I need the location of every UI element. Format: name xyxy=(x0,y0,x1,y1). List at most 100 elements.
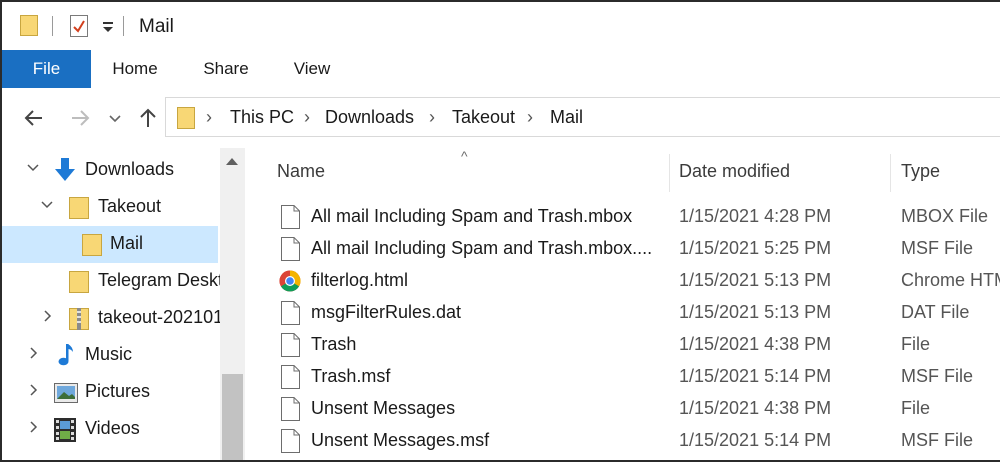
file-icon xyxy=(281,397,300,421)
up-arrow-icon[interactable] xyxy=(136,106,160,130)
column-header-type[interactable]: Type xyxy=(901,161,940,182)
file-icon xyxy=(281,205,300,229)
nav-item-takeout-zip[interactable]: takeout-202101 xyxy=(2,300,223,337)
file-date: 1/15/2021 5:14 PM xyxy=(679,366,832,386)
file-row[interactable]: All mail Including Spam and Trash.mbox..… xyxy=(245,233,1000,265)
pictures-icon xyxy=(54,383,78,403)
file-row[interactable]: filterlog.html 1/15/2021 5:13 PM Chrome … xyxy=(245,265,1000,297)
column-header-name[interactable]: Name xyxy=(277,161,325,182)
file-date: 1/15/2021 4:38 PM xyxy=(679,334,832,354)
address-row: › This PC › Downloads › Takeout › Mail xyxy=(2,92,1000,144)
nav-item-telegram-desktop[interactable]: Telegram Deskt xyxy=(2,263,223,300)
nav-item-label: Telegram Deskt xyxy=(98,270,224,290)
breadcrumb-downloads[interactable]: Downloads xyxy=(325,107,414,128)
folder-icon xyxy=(82,234,102,256)
file-icon xyxy=(281,365,300,389)
tab-share[interactable]: Share xyxy=(190,50,262,88)
nav-item-label: Music xyxy=(85,344,133,364)
file-type: File xyxy=(901,398,931,418)
folder-icon xyxy=(177,107,195,129)
nav-item-downloads[interactable]: Downloads xyxy=(2,152,218,189)
file-icon xyxy=(281,237,300,261)
chevron-right-icon[interactable]: › xyxy=(429,107,435,128)
file-type: MBOX File xyxy=(901,206,989,226)
nav-item-mail[interactable]: Mail xyxy=(2,226,218,263)
nav-item-label: Takeout xyxy=(98,196,162,216)
nav-item-music[interactable]: Music xyxy=(2,337,218,374)
breadcrumb-this-pc[interactable]: This PC xyxy=(230,107,294,128)
chevron-right-icon[interactable] xyxy=(26,420,40,434)
file-name: All mail Including Spam and Trash.mbox xyxy=(311,206,633,226)
nav-scrollbar[interactable] xyxy=(220,148,245,460)
download-arrow-icon xyxy=(55,158,75,181)
file-date: 1/15/2021 5:25 PM xyxy=(679,238,832,258)
customize-toolbar-dropdown-icon[interactable] xyxy=(102,18,114,34)
back-arrow-icon[interactable] xyxy=(22,106,46,130)
nav-item-videos[interactable]: Videos xyxy=(2,411,218,448)
file-name: Unsent Messages.msf xyxy=(311,430,490,450)
file-date: 1/15/2021 4:38 PM xyxy=(679,398,832,418)
divider xyxy=(52,16,53,36)
recent-locations-chevron-icon[interactable] xyxy=(108,106,122,130)
column-divider[interactable] xyxy=(890,154,891,192)
nav-item-label: takeout-202101 xyxy=(98,307,224,327)
zip-folder-icon xyxy=(69,308,89,330)
chrome-icon xyxy=(279,270,301,292)
nav-item-label: Downloads xyxy=(85,159,175,179)
file-type: File xyxy=(901,334,931,354)
window-title: Mail xyxy=(139,16,174,37)
sort-ascending-icon: ^ xyxy=(461,148,468,164)
file-row[interactable]: Trash.msf 1/15/2021 5:14 PM MSF File xyxy=(245,361,1000,393)
file-explorer-window: Mail File Home Share View › This PC › Do… xyxy=(0,0,1000,462)
file-type: DAT File xyxy=(901,302,970,322)
chevron-down-icon[interactable] xyxy=(26,161,40,175)
column-header-date-modified[interactable]: Date modified xyxy=(679,161,790,182)
file-name: Unsent Messages xyxy=(311,398,456,418)
file-name: All mail Including Spam and Trash.mbox..… xyxy=(311,238,653,258)
chevron-right-icon[interactable] xyxy=(26,383,40,397)
file-row[interactable]: msgFilterRules.dat 1/15/2021 5:13 PM DAT… xyxy=(245,297,1000,329)
file-type: Chrome HTM xyxy=(901,270,1000,290)
tab-file[interactable]: File xyxy=(2,50,91,88)
file-list: ^ Name Date modified Type All mail Inclu… xyxy=(245,148,1000,460)
file-type: MSF File xyxy=(901,238,973,258)
file-type: MSF File xyxy=(901,366,973,386)
tab-view[interactable]: View xyxy=(278,50,346,88)
scrollbar-thumb[interactable] xyxy=(222,374,243,460)
nav-item-takeout[interactable]: Takeout xyxy=(2,189,218,226)
breadcrumb-takeout[interactable]: Takeout xyxy=(452,107,515,128)
chevron-right-icon[interactable] xyxy=(40,309,54,323)
breadcrumb-mail[interactable]: Mail xyxy=(550,107,583,128)
file-row[interactable]: Trash 1/15/2021 4:38 PM File xyxy=(245,329,1000,361)
file-name: Trash xyxy=(311,334,357,354)
tab-home[interactable]: Home xyxy=(99,50,171,88)
music-note-icon xyxy=(58,344,73,366)
forward-arrow-icon[interactable] xyxy=(68,106,92,130)
chevron-down-icon[interactable] xyxy=(40,198,54,212)
scroll-up-icon[interactable] xyxy=(226,158,238,165)
properties-icon[interactable] xyxy=(70,15,88,37)
folder-icon xyxy=(69,271,89,293)
column-divider[interactable] xyxy=(669,154,670,192)
folder-icon[interactable] xyxy=(20,15,38,36)
file-icon xyxy=(281,429,300,453)
file-type: MSF File xyxy=(901,430,973,450)
file-row[interactable]: Unsent Messages.msf 1/15/2021 5:14 PM MS… xyxy=(245,425,1000,457)
nav-item-pictures[interactable]: Pictures xyxy=(2,374,218,411)
file-name: filterlog.html xyxy=(311,270,409,290)
file-name: msgFilterRules.dat xyxy=(311,302,462,322)
nav-item-label: Pictures xyxy=(85,381,151,401)
chevron-right-icon[interactable]: › xyxy=(304,107,310,128)
nav-item-label: Mail xyxy=(110,233,144,253)
address-bar[interactable]: › This PC › Downloads › Takeout › Mail xyxy=(165,97,1000,137)
chevron-right-icon[interactable]: › xyxy=(206,107,212,128)
chevron-right-icon[interactable] xyxy=(26,346,40,360)
file-date: 1/15/2021 5:13 PM xyxy=(679,302,832,322)
file-row[interactable]: All mail Including Spam and Trash.mbox 1… xyxy=(245,201,1000,233)
file-date: 1/15/2021 5:14 PM xyxy=(679,430,832,450)
divider xyxy=(123,16,124,36)
file-row[interactable]: Unsent Messages 1/15/2021 4:38 PM File xyxy=(245,393,1000,425)
folder-icon xyxy=(69,197,89,219)
navigation-pane: Downloads Takeout Mail Telegram Deskt ta… xyxy=(2,148,245,460)
chevron-right-icon[interactable]: › xyxy=(527,107,533,128)
